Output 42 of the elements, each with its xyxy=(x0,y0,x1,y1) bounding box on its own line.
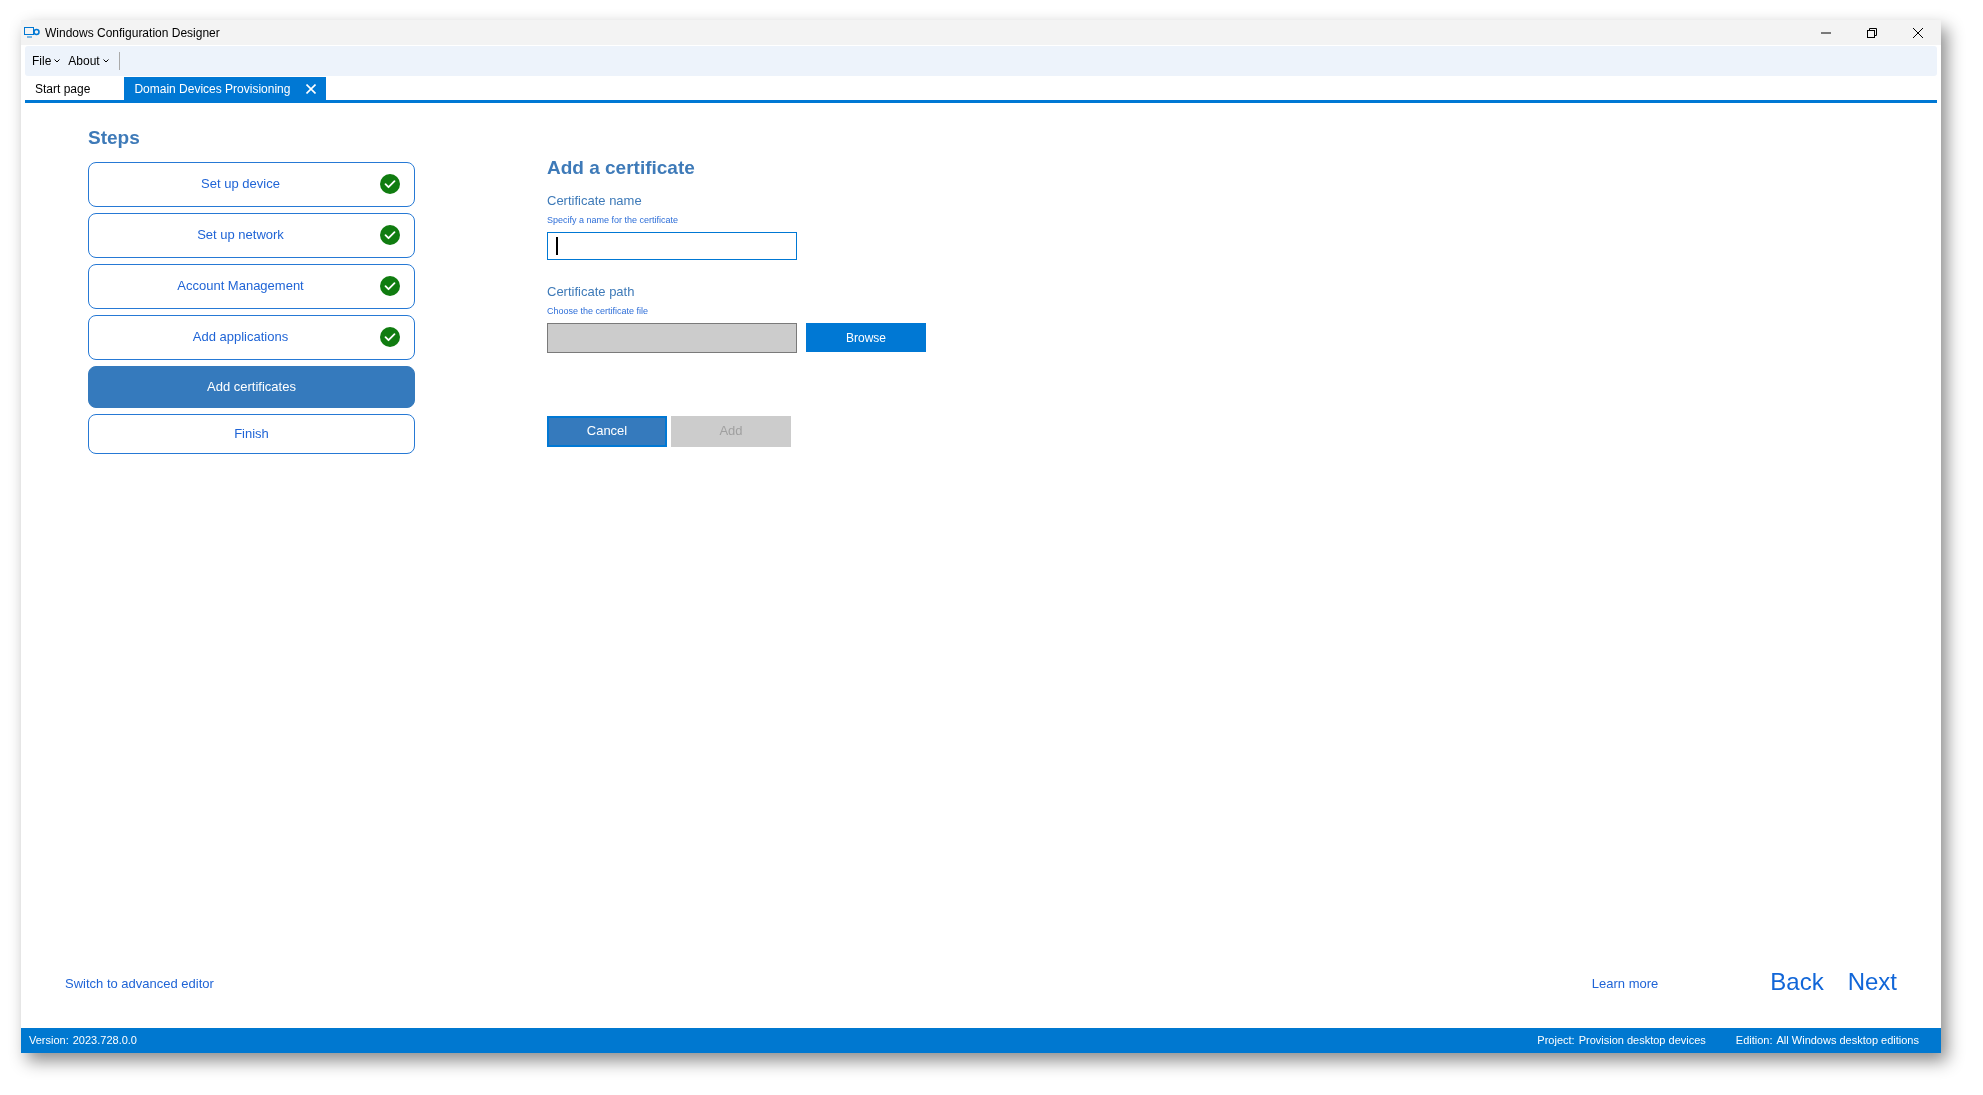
step-button[interactable]: Finish xyxy=(88,413,415,454)
restore-icon xyxy=(1867,27,1877,38)
check-circle-icon xyxy=(380,327,400,347)
chevron-down-icon xyxy=(102,59,109,63)
field-label: Certificate path xyxy=(547,282,636,301)
status-value: All Windows desktop editions xyxy=(1776,1033,1919,1049)
field-hint: Choose the certificate file xyxy=(547,305,650,318)
steps-heading: Steps xyxy=(88,126,141,150)
status-label: Edition: xyxy=(1735,1033,1773,1049)
status-value: 2023.728.0.0 xyxy=(72,1033,137,1049)
step-button[interactable]: Add certificates xyxy=(88,365,415,408)
input-field[interactable] xyxy=(547,231,797,260)
chevron-down-icon xyxy=(54,59,61,63)
advanced-editor-link[interactable]: Switch to advanced editor xyxy=(65,974,214,994)
text-cursor xyxy=(556,236,558,255)
learn-more-link[interactable]: Learn more xyxy=(1591,974,1659,994)
menu-item[interactable]: File xyxy=(28,52,65,70)
tab[interactable]: Start page xyxy=(25,77,125,100)
app-logo-icon xyxy=(24,27,40,38)
window-title: Windows Configuration Designer xyxy=(45,24,220,42)
field-label: Certificate name xyxy=(547,191,643,210)
close-icon xyxy=(1913,27,1923,38)
form-button[interactable]: Cancel xyxy=(547,415,667,447)
check-circle-icon xyxy=(380,276,400,296)
close-icon[interactable] xyxy=(306,83,317,94)
next-link[interactable]: Next xyxy=(1847,970,1897,994)
tab[interactable]: Domain Devices Provisioning xyxy=(124,77,327,100)
form-heading: Add a certificate xyxy=(547,156,696,180)
tab-label: Start page xyxy=(35,80,91,98)
tab-label: Domain Devices Provisioning xyxy=(134,80,291,98)
step-button[interactable]: Account Management xyxy=(88,263,415,309)
check-circle-icon xyxy=(380,225,400,245)
step-button[interactable]: Add applications xyxy=(88,314,415,360)
menu-item[interactable]: About xyxy=(64,52,113,70)
status-value: Provision desktop devices xyxy=(1578,1033,1706,1049)
step-button[interactable]: Set up device xyxy=(88,161,415,207)
step-button[interactable]: Set up network xyxy=(88,212,415,258)
status-label: Project: xyxy=(1537,1033,1575,1049)
check-circle-icon xyxy=(380,174,400,194)
back-link[interactable]: Back xyxy=(1770,970,1824,994)
field-hint: Specify a name for the certificate xyxy=(547,214,680,227)
status-label: Version: xyxy=(29,1033,69,1049)
